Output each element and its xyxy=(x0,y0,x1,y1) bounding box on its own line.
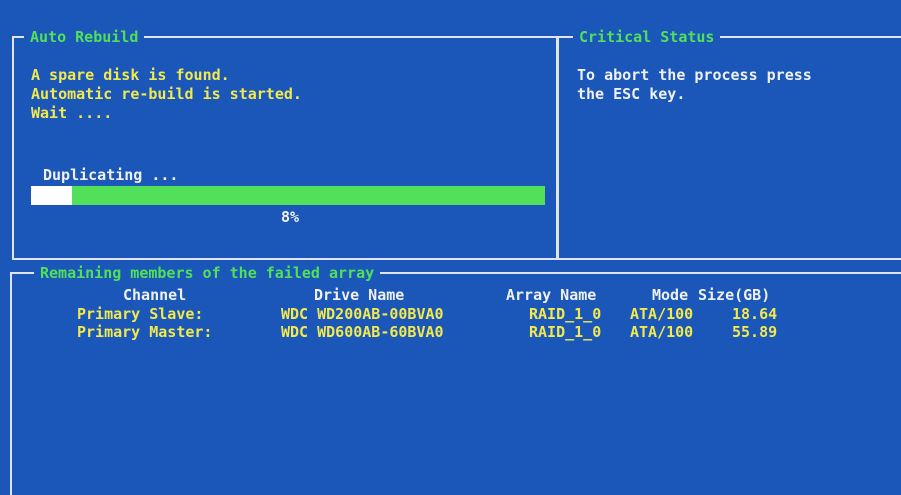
auto-rebuild-line-1: A spare disk is found. xyxy=(31,66,230,84)
row-1-drive-name: WDC WD200AB-00BVA0 xyxy=(281,305,444,323)
row-1-array-name: RAID_1_0 xyxy=(529,305,602,323)
row-2-mode: ATA/100 xyxy=(630,323,694,341)
header-drive-name: Drive Name xyxy=(314,286,405,304)
row-2-size: 55.89 xyxy=(732,323,778,341)
row-1-channel: Primary Slave: xyxy=(77,305,204,323)
auto-rebuild-line-3: Wait .... xyxy=(31,104,113,122)
critical-status-title: Critical Status xyxy=(573,28,721,46)
row-2-array-name: RAID_1_0 xyxy=(529,323,602,341)
remaining-members-title: Remaining members of the failed array xyxy=(34,264,381,282)
header-mode: Mode xyxy=(652,286,689,304)
row-1-mode: ATA/100 xyxy=(630,305,694,323)
progress-bar xyxy=(31,186,545,205)
header-size: Size(GB) xyxy=(698,286,771,304)
row-2-channel: Primary Master: xyxy=(77,323,213,341)
header-array-name: Array Name xyxy=(506,286,597,304)
progress-percent: 8% xyxy=(281,208,300,226)
header-channel: Channel xyxy=(123,286,187,304)
bios-screen: Auto Rebuild A spare disk is found. Auto… xyxy=(0,0,901,495)
progress-bar-fill xyxy=(31,186,73,205)
row-2-drive-name: WDC WD600AB-60BVA0 xyxy=(281,323,444,341)
progress-label: Duplicating ... xyxy=(43,166,179,184)
critical-status-line-1: To abort the process press xyxy=(577,66,812,84)
auto-rebuild-title: Auto Rebuild xyxy=(24,28,145,46)
auto-rebuild-line-2: Automatic re-build is started. xyxy=(31,85,302,103)
critical-status-line-2: the ESC key. xyxy=(577,85,686,103)
row-1-size: 18.64 xyxy=(732,305,778,323)
